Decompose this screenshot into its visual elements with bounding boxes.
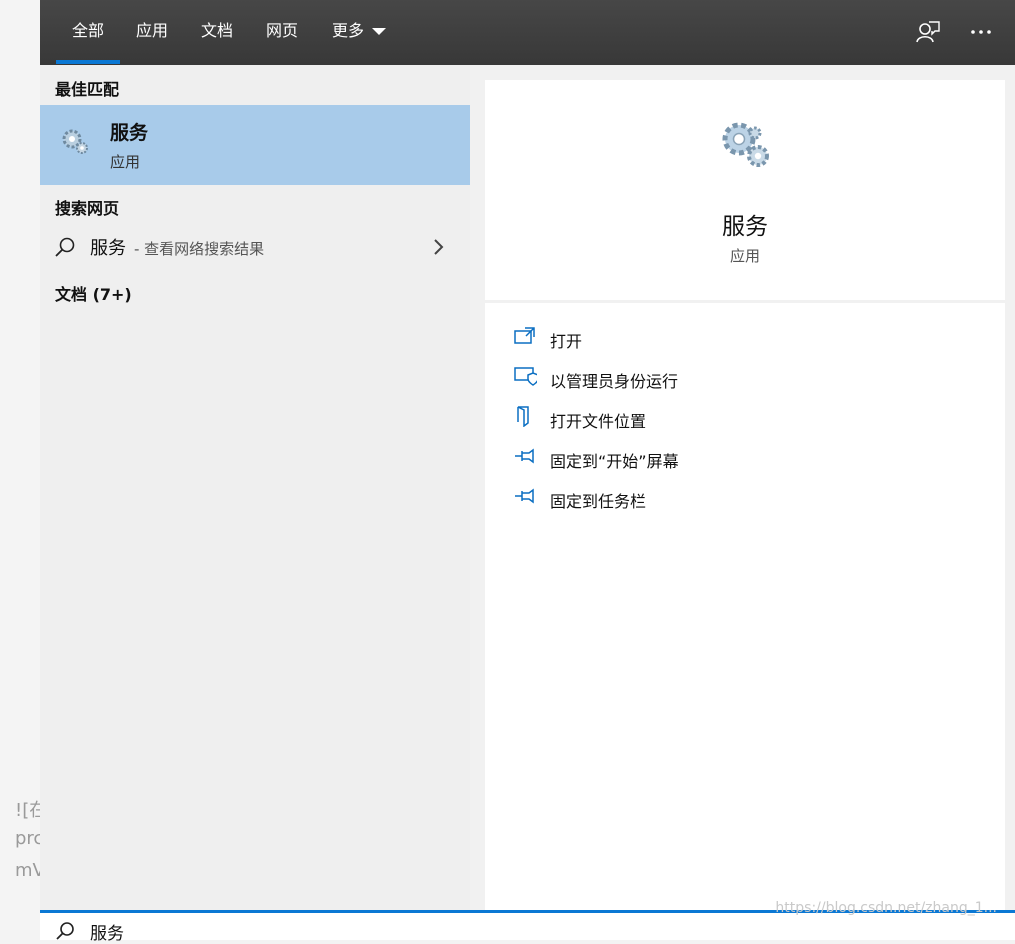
tab-more[interactable]: 更多: [332, 0, 387, 65]
result-type: 应用: [110, 153, 141, 171]
search-icon: [56, 922, 74, 940]
pin-icon: [515, 488, 534, 504]
tab-label: 文档: [201, 21, 234, 40]
results-panel: 最佳匹配 服务 应用 搜索网页 服务 - 查看网络搜索结果 文档 (7+): [40, 65, 470, 910]
background-editor: [0, 0, 40, 930]
action-pin-to-start[interactable]: 固定到“开始”屏幕: [485, 440, 1005, 476]
best-match-result[interactable]: 服务 应用: [40, 105, 470, 185]
watermark: https://blog.csdn.net/zhang_1...: [775, 900, 997, 916]
chevron-right-icon: [434, 239, 444, 255]
web-query: 服务: [90, 238, 126, 259]
tab-web[interactable]: 网页: [266, 0, 298, 65]
run-as-admin-icon: [514, 367, 537, 386]
gears-icon: [62, 129, 88, 154]
action-label: 打开: [550, 332, 583, 351]
tab-all[interactable]: 全部: [56, 0, 120, 65]
search-filter-bar: 全部 应用 文档 网页 更多: [40, 0, 1015, 65]
gears-icon: [722, 122, 769, 167]
action-label: 固定到任务栏: [550, 492, 647, 511]
tab-label: 全部: [71, 21, 104, 40]
documents-heading: 文档 (7+): [55, 285, 132, 304]
tab-label: 更多: [332, 21, 365, 40]
action-run-as-admin[interactable]: 以管理员身份运行: [485, 360, 1005, 396]
tab-apps[interactable]: 应用: [136, 0, 168, 65]
preview-header: 服务 应用: [485, 80, 1005, 300]
action-list: 打开 以管理员身份运行 打开文件位置 固定到“开始”屏幕 固定到任务栏: [485, 303, 1005, 910]
tab-label: 网页: [266, 21, 299, 40]
more-options-icon[interactable]: [967, 18, 995, 46]
action-open-file-location[interactable]: 打开文件位置: [485, 400, 1005, 436]
tab-documents[interactable]: 文档: [201, 0, 233, 65]
action-pin-to-taskbar[interactable]: 固定到任务栏: [485, 480, 1005, 516]
search-web-heading: 搜索网页: [55, 199, 120, 218]
action-label: 打开文件位置: [550, 412, 647, 431]
search-icon: [55, 237, 75, 257]
pin-icon: [515, 448, 534, 464]
result-name: 服务: [110, 122, 149, 144]
file-location-icon: [517, 406, 529, 427]
tab-label: 应用: [136, 21, 169, 40]
feedback-icon[interactable]: [914, 18, 942, 46]
preview-panel: 服务 应用 打开 以管理员身份运行 打开文件位置 固定到“开始”屏幕 固定到任务…: [470, 65, 1015, 910]
action-label: 以管理员身份运行: [550, 372, 679, 391]
active-tab-indicator: [56, 60, 120, 64]
best-match-heading: 最佳匹配: [55, 80, 120, 99]
open-icon: [514, 327, 535, 344]
action-label: 固定到“开始”屏幕: [550, 452, 679, 471]
action-open[interactable]: 打开: [485, 320, 1005, 356]
web-search-result[interactable]: 服务 - 查看网络搜索结果: [40, 227, 470, 267]
web-search-hint: - 查看网络搜索结果: [134, 240, 265, 258]
caret-down-icon: [372, 28, 387, 35]
preview-app-type: 应用: [729, 247, 760, 265]
search-input[interactable]: 服务: [90, 919, 124, 944]
preview-app-name: 服务: [722, 214, 768, 240]
